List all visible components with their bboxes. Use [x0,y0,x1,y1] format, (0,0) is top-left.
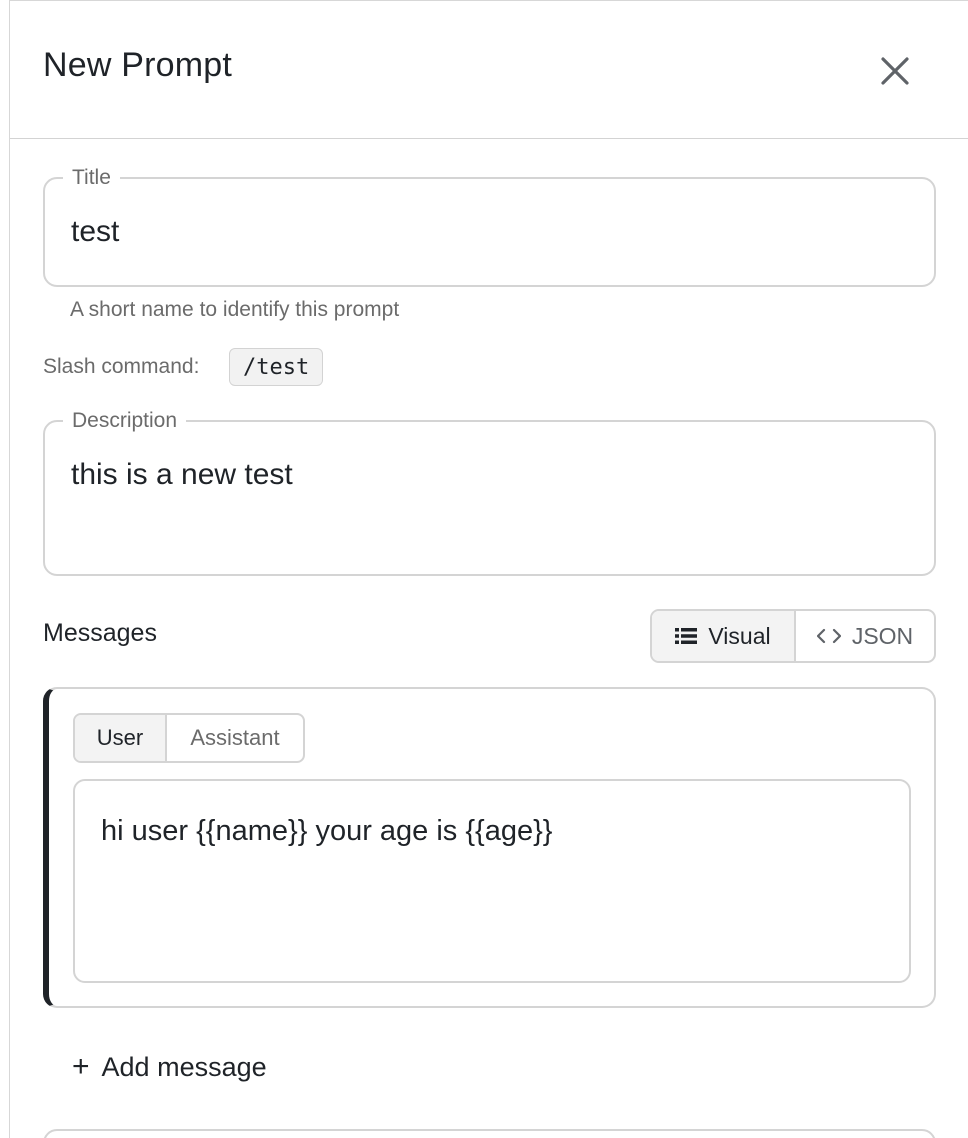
plus-icon: + [72,1050,90,1083]
message-item: User Assistant hi user {{name}} your age… [43,687,936,1008]
add-message-label: Add message [101,1051,267,1082]
visual-view-label: Visual [708,622,771,649]
new-prompt-panel: New Prompt Title test A short name to id… [9,0,968,1138]
message-content-input[interactable]: hi user {{name}} your age is {{age}} [73,779,911,983]
list-icon [675,628,698,644]
add-message-button[interactable]: + Add message [72,1045,267,1089]
page-title: New Prompt [43,46,233,84]
messages-heading: Messages [43,619,157,647]
close-button[interactable] [876,52,914,90]
role-user-button[interactable]: User [75,715,167,761]
description-input[interactable]: this is a new test [71,458,293,492]
code-icon [816,628,841,644]
description-label: Description [63,407,187,435]
slash-command-label: Slash command: [43,355,200,378]
visual-view-button[interactable]: Visual [652,611,796,661]
title-helper-text: A short name to identify this prompt [70,298,400,321]
json-view-label: JSON [851,622,914,649]
role-assistant-button[interactable]: Assistant [167,715,303,761]
json-view-button[interactable]: JSON [796,611,934,661]
panel-header: New Prompt [10,1,968,139]
slash-command-chip: /test [229,348,324,386]
message-content-text: hi user {{name}} your age is {{age}} [101,815,553,847]
next-field-partial [43,1129,936,1138]
close-icon [881,57,909,85]
description-field[interactable]: Description this is a new test [43,407,936,576]
role-toggle: User Assistant [73,713,305,763]
title-label: Title [63,164,120,192]
title-input[interactable]: test [71,215,119,249]
view-mode-toggle: Visual JSON [650,609,936,663]
title-field[interactable]: Title test [43,164,936,287]
